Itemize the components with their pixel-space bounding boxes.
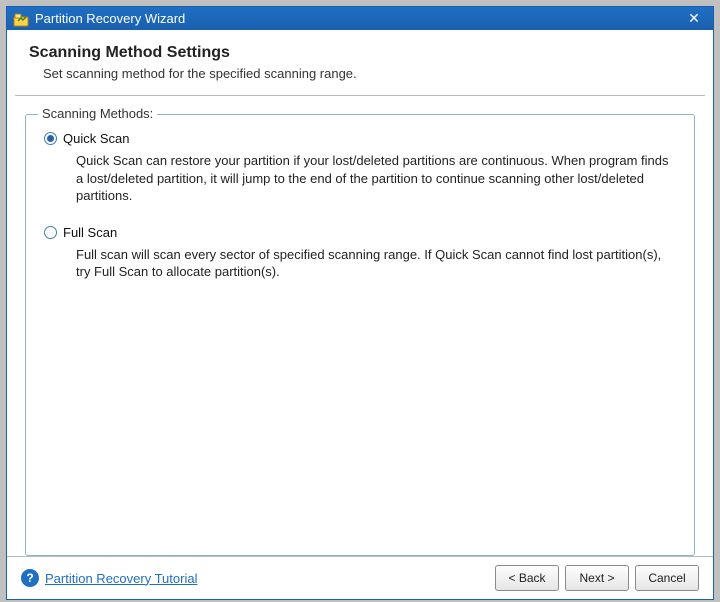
content-area: Scanning Methods: Quick Scan Quick Scan … xyxy=(7,106,713,556)
page-subtitle: Set scanning method for the specified sc… xyxy=(43,66,691,81)
full-scan-description: Full scan will scan every sector of spec… xyxy=(76,246,676,281)
radio-full-scan[interactable]: Full Scan xyxy=(44,225,676,240)
cancel-button[interactable]: Cancel xyxy=(635,565,699,591)
radio-icon xyxy=(44,132,57,145)
radio-quick-scan[interactable]: Quick Scan xyxy=(44,131,676,146)
radio-icon xyxy=(44,226,57,239)
option-full-scan: Full Scan Full scan will scan every sect… xyxy=(44,225,676,281)
radio-label-quick: Quick Scan xyxy=(63,131,129,146)
scanning-methods-group: Scanning Methods: Quick Scan Quick Scan … xyxy=(25,114,695,556)
page-title: Scanning Method Settings xyxy=(29,44,691,62)
back-button[interactable]: < Back xyxy=(495,565,559,591)
app-icon xyxy=(13,11,29,27)
footer: ? Partition Recovery Tutorial < Back Nex… xyxy=(7,556,713,599)
option-quick-scan: Quick Scan Quick Scan can restore your p… xyxy=(44,131,676,205)
header-separator xyxy=(15,95,705,96)
group-legend: Scanning Methods: xyxy=(38,106,157,121)
page-header: Scanning Method Settings Set scanning me… xyxy=(7,30,713,91)
close-icon[interactable]: ✕ xyxy=(681,9,707,29)
quick-scan-description: Quick Scan can restore your partition if… xyxy=(76,152,676,205)
wizard-window: Partition Recovery Wizard ✕ Scanning Met… xyxy=(6,6,714,600)
radio-label-full: Full Scan xyxy=(63,225,117,240)
titlebar: Partition Recovery Wizard ✕ xyxy=(7,7,713,30)
help-icon[interactable]: ? xyxy=(21,569,39,587)
next-button[interactable]: Next > xyxy=(565,565,629,591)
tutorial-link[interactable]: Partition Recovery Tutorial xyxy=(45,571,197,586)
window-title: Partition Recovery Wizard xyxy=(35,11,681,26)
